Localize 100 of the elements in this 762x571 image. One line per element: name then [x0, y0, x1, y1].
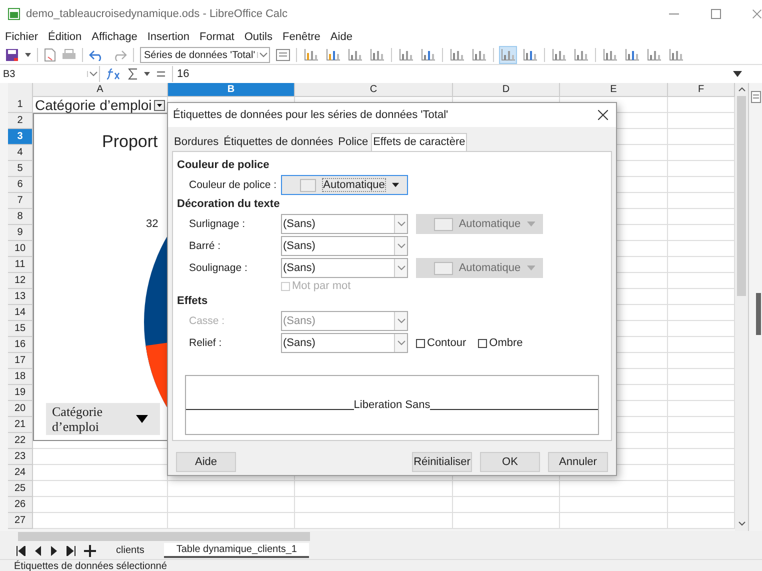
function-wizard-icon[interactable] [106, 68, 122, 80]
row-header[interactable]: 7 [8, 193, 33, 209]
row-header[interactable]: 3 [8, 129, 33, 145]
row-header[interactable]: 6 [8, 177, 33, 193]
equals-icon[interactable] [156, 70, 166, 78]
chart-tool-button[interactable] [500, 47, 516, 63]
menu-item[interactable]: Insertion [147, 31, 190, 43]
formula-input[interactable]: 16 [172, 66, 727, 82]
caret-icon[interactable] [25, 52, 31, 58]
chart-tool-button[interactable] [602, 47, 618, 63]
chart-tool-button[interactable] [303, 47, 320, 63]
dialog-button[interactable]: Annuler [548, 452, 608, 472]
chevron-icon[interactable] [257, 52, 270, 58]
chart-tool-button[interactable] [668, 47, 684, 63]
chevron-icon[interactable] [396, 243, 406, 249]
row-header[interactable]: 8 [8, 209, 33, 225]
legend-field-button[interactable]: Catégorie d’emploi [46, 403, 160, 435]
row-header[interactable]: 18 [8, 369, 33, 385]
chart-tool-button[interactable] [573, 47, 590, 63]
chart-tool-button[interactable] [624, 47, 640, 63]
row-header[interactable]: 12 [8, 273, 33, 289]
dialog-tab[interactable]: Police [336, 133, 370, 151]
chart-tool-button[interactable] [449, 47, 466, 63]
chevron-icon[interactable] [396, 340, 406, 346]
row-header[interactable]: 13 [8, 289, 33, 305]
row-header[interactable]: 22 [8, 433, 33, 449]
save-icon[interactable] [5, 48, 19, 62]
scroll-down-icon[interactable] [738, 521, 746, 527]
menu-item[interactable]: Fichier [5, 31, 38, 43]
sidebar-handle[interactable] [756, 293, 760, 335]
color-dropdown[interactable]: Automatique [281, 175, 408, 195]
format-icon[interactable] [276, 49, 290, 61]
dropdown-field[interactable]: (Sans) [281, 258, 408, 278]
maximize-icon[interactable] [710, 8, 722, 20]
row-header[interactable]: 25 [8, 481, 33, 497]
sum-icon[interactable] [128, 68, 138, 80]
horizontal-scrollbar[interactable] [0, 531, 762, 542]
dialog-tab[interactable]: Étiquettes de données [222, 133, 336, 151]
caret-icon[interactable] [144, 71, 150, 77]
chart-tool-button[interactable] [471, 47, 488, 63]
chart-tool-button[interactable] [347, 47, 364, 63]
previous-sheet-icon[interactable] [34, 546, 42, 556]
chart-tool-button[interactable] [551, 47, 568, 63]
row-header[interactable]: 4 [8, 145, 33, 161]
print-icon[interactable] [62, 49, 76, 61]
menu-item[interactable]: Aide [330, 31, 352, 43]
expand-caret-icon[interactable] [733, 71, 742, 77]
dropdown-field[interactable]: (Sans) [281, 214, 408, 234]
chart-tool-button[interactable] [646, 47, 662, 63]
dropdown-field[interactable]: (Sans) [281, 333, 408, 353]
dialog-button[interactable]: OK [480, 452, 540, 472]
dialog-button[interactable]: Réinitialiser [412, 452, 472, 472]
row-header[interactable]: 2 [8, 113, 33, 129]
column-header[interactable]: F [668, 83, 735, 97]
document-icon[interactable] [44, 48, 56, 62]
row-header[interactable]: 24 [8, 465, 33, 481]
chart-tool-button[interactable] [522, 47, 538, 63]
menu-item[interactable]: Affichage [92, 31, 138, 43]
row-header[interactable]: 11 [8, 257, 33, 273]
menu-item[interactable]: Édition [48, 31, 82, 43]
column-header[interactable]: B [168, 83, 295, 97]
caret-icon[interactable] [392, 182, 399, 188]
chevron-icon[interactable] [396, 265, 406, 271]
row-header[interactable]: 1 [8, 97, 33, 113]
last-sheet-icon[interactable] [66, 546, 76, 556]
filter-dropdown-icon[interactable] [154, 100, 165, 110]
checkbox[interactable] [478, 338, 488, 348]
close-icon[interactable] [598, 110, 608, 120]
chevron-icon[interactable] [396, 221, 406, 227]
chart-tool-button[interactable] [369, 47, 386, 63]
row-header[interactable]: 17 [8, 353, 33, 369]
vertical-scrollbar[interactable] [735, 83, 748, 531]
row-header[interactable]: 10 [8, 241, 33, 257]
chart-tool-button[interactable] [398, 47, 414, 63]
series-dropdown[interactable]: Séries de données 'Total' [140, 47, 270, 63]
dropdown-field[interactable]: (Sans) [281, 236, 408, 256]
checkbox[interactable] [416, 338, 425, 348]
menu-item[interactable]: Format [200, 31, 234, 43]
row-header[interactable]: 14 [8, 305, 33, 321]
column-header[interactable]: E [560, 83, 668, 97]
dialog-tab[interactable]: Bordures [172, 133, 221, 151]
chevron-icon[interactable] [87, 71, 99, 77]
column-header[interactable]: C [295, 83, 453, 97]
dialog-tab[interactable]: Effets de caractère [371, 133, 468, 151]
row-header[interactable]: 16 [8, 337, 33, 353]
sheet-tab[interactable]: Table dynamique_clients_1 [164, 543, 309, 558]
chart-tool-button[interactable] [420, 47, 436, 63]
properties-icon[interactable] [750, 91, 760, 103]
row-header[interactable]: 27 [8, 513, 33, 529]
sheet-tab[interactable]: clients [104, 544, 156, 557]
add-sheet-icon[interactable] [84, 544, 96, 556]
row-header[interactable]: 23 [8, 449, 33, 465]
caret-icon[interactable] [136, 415, 148, 423]
row-header[interactable]: 21 [8, 417, 33, 433]
row-header[interactable]: 20 [8, 401, 33, 417]
row-header[interactable]: 26 [8, 497, 33, 513]
row-header[interactable]: 5 [8, 161, 33, 177]
menu-item[interactable]: Fenêtre [282, 31, 320, 43]
column-header[interactable]: A [33, 83, 168, 97]
chart-tool-button[interactable] [325, 47, 342, 63]
